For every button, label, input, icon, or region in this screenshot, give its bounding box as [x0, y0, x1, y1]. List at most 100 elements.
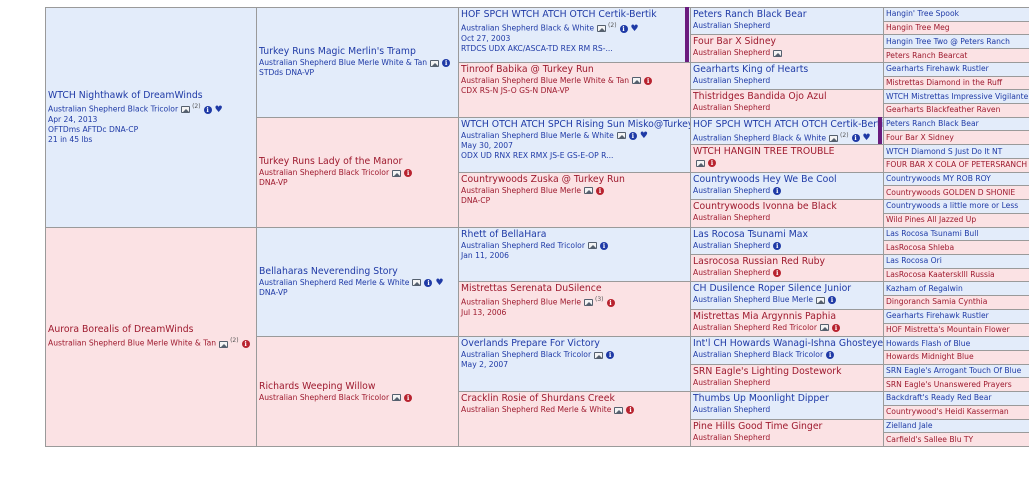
dog-name-link[interactable]: Las Rocosa Ori	[886, 256, 1028, 266]
health-heart-icon[interactable]: ♥	[435, 278, 443, 287]
dog-name-link[interactable]: Howards Flash of Blue	[886, 339, 1028, 349]
info-icon[interactable]: i	[828, 296, 836, 305]
info-icon[interactable]: i	[628, 131, 637, 140]
photo-icon[interactable]	[584, 187, 593, 195]
info-icon[interactable]: i	[644, 76, 653, 85]
photo-icon[interactable]	[392, 394, 402, 402]
health-heart-icon[interactable]: ♥	[215, 105, 223, 114]
dog-name-link[interactable]: Mistrettas Mia Argynnis Paphia	[693, 311, 883, 323]
photo-icon[interactable]	[632, 77, 642, 85]
dog-name-link[interactable]: WTCH Nighthawk of DreamWinds	[48, 90, 256, 102]
health-heart-icon[interactable]: ♥	[631, 24, 639, 33]
dog-name-link[interactable]: Peters Ranch Bearcat	[886, 51, 1028, 61]
dog-name-link[interactable]: WTCH OTCH ATCH SPCH Rising Sun Misko@Tur…	[461, 119, 691, 131]
photo-icon[interactable]	[181, 106, 191, 114]
info-icon[interactable]: i	[773, 186, 782, 195]
dog-name-link[interactable]: Peters Ranch Black Bear	[886, 119, 1028, 129]
dog-name-link[interactable]: Int'l CH Howards Wanagi-Ishna Ghosteyes	[693, 338, 884, 350]
info-icon[interactable]: i	[773, 241, 782, 250]
dog-name-link[interactable]: Zielland Jale	[886, 421, 1028, 431]
dog-name-link[interactable]: Carfield's Sallee Blu TY	[886, 435, 1028, 445]
dog-name-link[interactable]: Turkey Runs Lady of the Manor	[259, 156, 458, 168]
dog-name-link[interactable]: Richards Weeping Willow	[259, 381, 458, 393]
dog-name-link[interactable]: Countrywoods Hey We Be Cool	[693, 174, 883, 186]
dog-name-link[interactable]: Backdraft's Ready Red Bear	[886, 393, 1028, 403]
dog-name-link[interactable]: Thumbs Up Moonlight Dipper	[693, 393, 883, 405]
dog-name-link[interactable]: SRN Eagle's Unanswered Prayers	[886, 380, 1028, 390]
photo-icon[interactable]	[816, 296, 825, 304]
dog-name-link[interactable]: Mistrettas Diamond in the Ruff	[886, 78, 1028, 88]
dog-name-link[interactable]: Las Rocosa Tsunami Max	[693, 229, 883, 241]
dog-name-link[interactable]: Lasrocosa Russian Red Ruby	[693, 256, 883, 268]
info-icon[interactable]: i	[424, 278, 433, 287]
dog-name-link[interactable]: Countrywoods MY ROB ROY	[886, 174, 1028, 184]
photo-icon[interactable]	[392, 169, 402, 177]
dog-name-link[interactable]: FOUR BAR X COLA OF PETERSRANCH RD	[886, 160, 1029, 170]
dog-name-link[interactable]: Gearharts King of Hearts	[693, 64, 883, 76]
dog-name-link[interactable]: Countrywoods a little more or Less	[886, 201, 1028, 211]
dog-name-link[interactable]: HOF Mistretta's Mountain Flower	[886, 325, 1028, 335]
dog-name-link[interactable]: Mistrettas Serenata DuSilence	[461, 283, 690, 295]
dog-name-link[interactable]: Countrywood's Heidi Kasserman	[886, 407, 1028, 417]
dog-name-link[interactable]: Peters Ranch Black Bear	[693, 9, 883, 21]
dog-name-link[interactable]: SRN Eagle's Arrogant Touch Of Blue	[886, 366, 1028, 376]
dog-name-link[interactable]: Dingoranch Samia Cynthia	[886, 297, 1028, 307]
dog-name-link[interactable]: Pine Hills Good Time Ginger	[693, 421, 883, 433]
dog-name-link[interactable]: Thistridges Bandida Ojo Azul	[693, 91, 883, 103]
info-icon[interactable]: i	[826, 351, 835, 360]
dog-name-link[interactable]: Rhett of BellaHara	[461, 229, 690, 241]
photo-icon[interactable]	[587, 242, 597, 249]
dog-name-link[interactable]: Kazham of Regalwin	[886, 284, 1028, 294]
dog-name-link[interactable]: Aurora Borealis of DreamWinds	[48, 324, 256, 336]
dog-name-link[interactable]: Countrywoods Ivonna be Black	[693, 201, 883, 213]
photo-icon[interactable]	[594, 351, 604, 359]
dog-name-link[interactable]: Overlands Prepare For Victory	[461, 338, 690, 350]
photo-icon[interactable]	[819, 324, 829, 332]
dog-name-link[interactable]: WTCH Diamond S Just Do It NT	[886, 147, 1028, 157]
dog-name-link[interactable]: Las Rocosa Tsunami Bull	[886, 229, 1028, 239]
photo-icon[interactable]	[597, 25, 607, 33]
dog-name-link[interactable]: SRN Eagle's Lighting Dostework	[693, 366, 883, 378]
dog-name-link[interactable]: Wild Pines All Jazzed Up	[886, 215, 1028, 225]
dog-name-link[interactable]: LasRocosa Kaatersklll Russia	[886, 270, 1028, 280]
photo-icon[interactable]	[829, 134, 839, 142]
info-icon[interactable]: i	[619, 24, 628, 33]
dog-name-link[interactable]: Four Bar X Sidney	[886, 133, 1028, 143]
info-icon[interactable]: i	[851, 134, 860, 143]
dog-name-link[interactable]: Gearharts Firehawk Rustler	[886, 311, 1028, 321]
photo-icon[interactable]	[696, 159, 705, 167]
info-icon[interactable]: i	[404, 169, 413, 178]
dog-name-link[interactable]: Turkey Runs Magic Merlin's Tramp	[259, 46, 458, 58]
dog-name-link[interactable]: Gearharts Firehawk Rustler	[886, 64, 1028, 74]
dog-name-link[interactable]: Howards Midnight Blue	[886, 352, 1028, 362]
photo-icon[interactable]	[219, 340, 229, 348]
dog-name-link[interactable]: Hangin' Tree Spook	[886, 9, 1028, 19]
dog-name-link[interactable]: Cracklin Rosie of Shurdans Creek	[461, 393, 690, 405]
dog-name-link[interactable]: HOF SPCH WTCH ATCH OTCH Certik-Bertik	[461, 9, 690, 21]
dog-name-link[interactable]: Countrywoods Zuska @ Turkey Run	[461, 174, 690, 186]
health-heart-icon[interactable]: ♥	[640, 131, 648, 140]
info-icon[interactable]: i	[773, 268, 782, 277]
dog-name-link[interactable]: Hangin Tree Two @ Peters Ranch	[886, 37, 1028, 47]
info-icon[interactable]: i	[203, 105, 212, 114]
photo-icon[interactable]	[614, 406, 624, 414]
dog-name-link[interactable]: Hangin Tree Meg	[886, 23, 1028, 33]
info-icon[interactable]: i	[241, 340, 250, 349]
info-icon[interactable]: i	[442, 59, 451, 68]
health-heart-icon[interactable]: ♥	[863, 134, 871, 143]
photo-icon[interactable]	[584, 299, 593, 307]
info-icon[interactable]: i	[606, 298, 615, 307]
info-icon[interactable]: i	[599, 241, 608, 250]
info-icon[interactable]: i	[831, 323, 840, 332]
dog-name-link[interactable]: WTCH HANGIN TREE TROUBLE	[693, 146, 883, 158]
photo-icon[interactable]	[616, 132, 626, 140]
info-icon[interactable]: i	[708, 159, 716, 168]
photo-icon[interactable]	[773, 49, 783, 57]
dog-name-link[interactable]: CH Dusilence Roper Silence Junior	[693, 283, 883, 295]
photo-icon[interactable]	[430, 59, 440, 67]
dog-name-link[interactable]: Tinroof Babika @ Turkey Run	[461, 64, 690, 76]
dog-name-link[interactable]: WTCH Mistrettas Impressive Vigilante	[886, 92, 1028, 102]
info-icon[interactable]: i	[404, 393, 413, 402]
dog-name-link[interactable]: LasRocosa Shleba	[886, 243, 1028, 253]
dog-name-link[interactable]: HOF SPCH WTCH ATCH OTCH Certik-Bertik	[693, 119, 884, 131]
